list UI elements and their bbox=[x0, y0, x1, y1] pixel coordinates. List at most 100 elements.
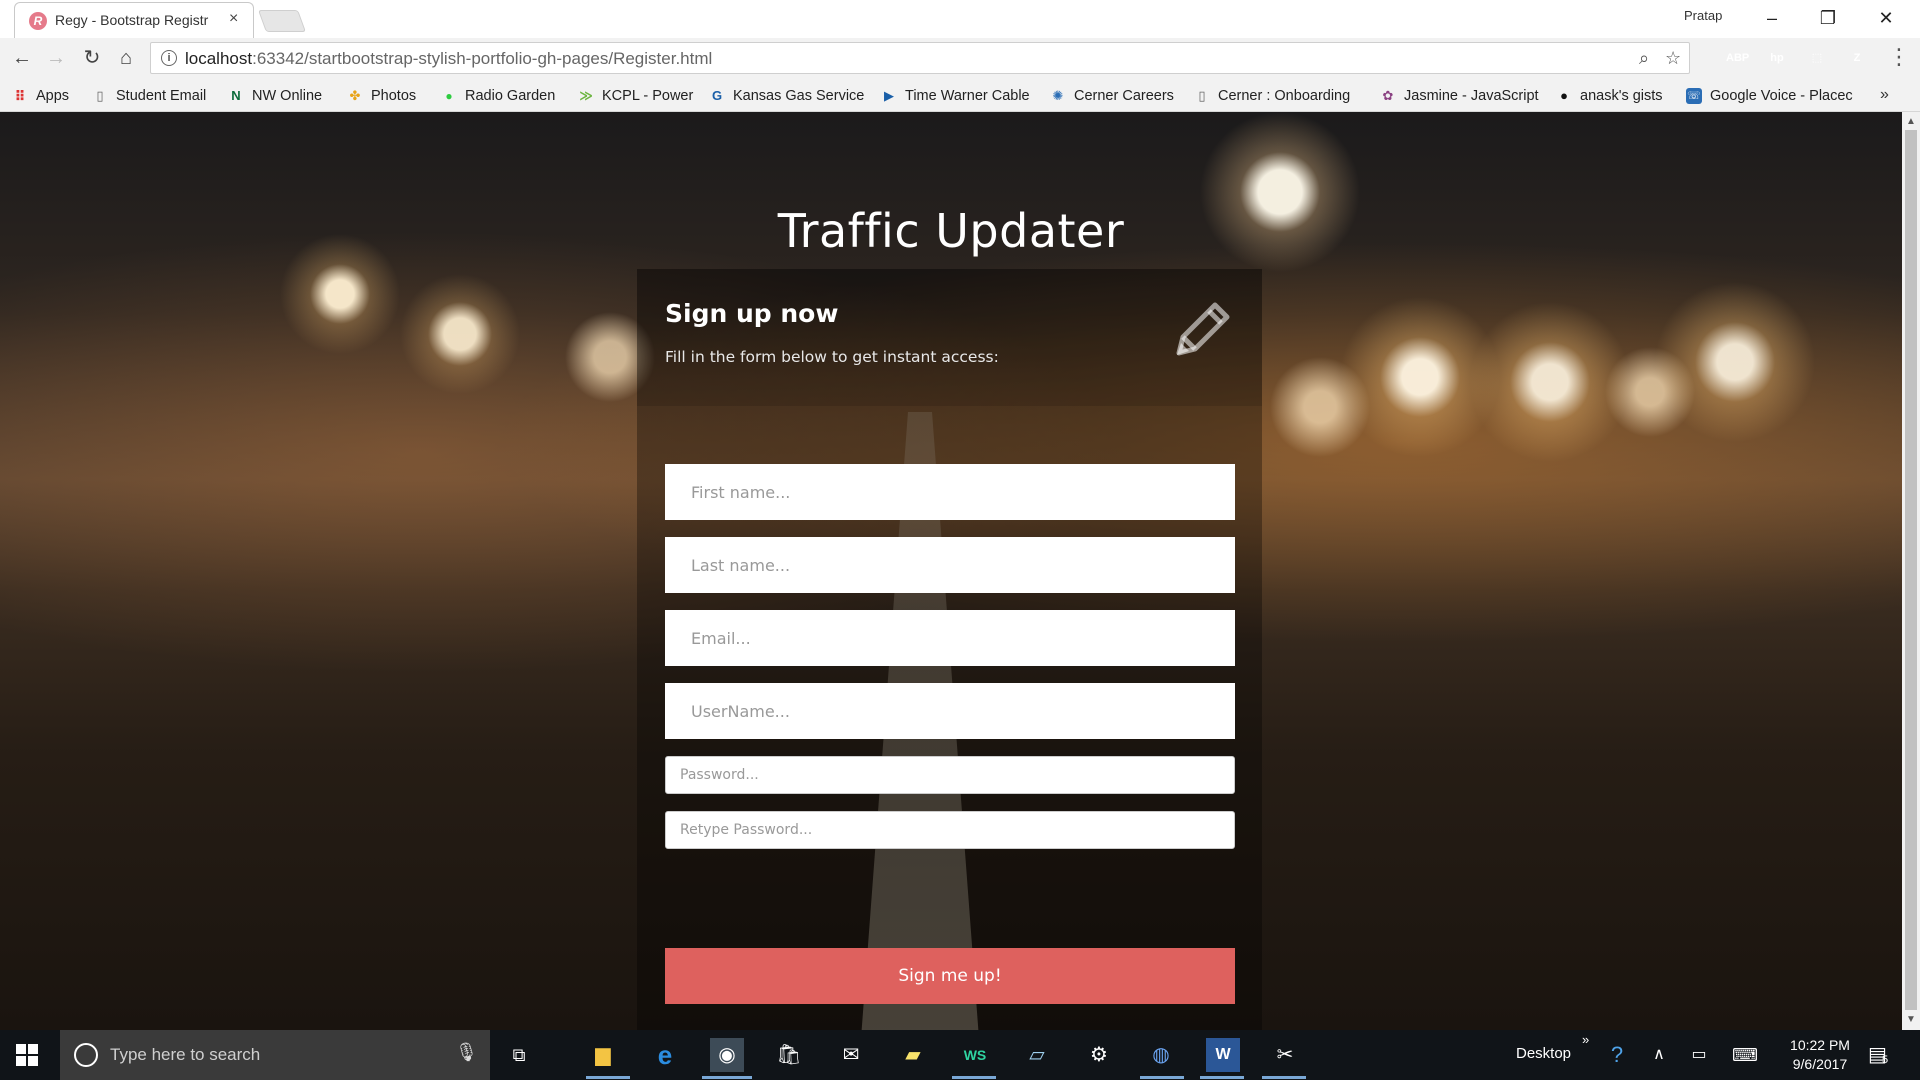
sql-tool-icon[interactable]: ▱ bbox=[1020, 1038, 1054, 1072]
show-hidden-icons-icon[interactable]: ∧ bbox=[1642, 1038, 1676, 1072]
file-explorer-icon[interactable]: ▆ bbox=[586, 1038, 620, 1072]
address-bar[interactable]: i localhost:63342/startbootstrap-stylish… bbox=[150, 42, 1690, 74]
chrome-menu-icon[interactable]: ⋮ bbox=[1888, 44, 1910, 70]
bookmark-label: Jasmine - JavaScript bbox=[1404, 88, 1539, 104]
page-title: Traffic Updater bbox=[777, 204, 1125, 258]
settings-gear-icon[interactable]: ⚙ bbox=[1082, 1038, 1116, 1072]
scroll-down-arrow-icon[interactable]: ▼ bbox=[1906, 1014, 1916, 1025]
word-running-indicator bbox=[1200, 1076, 1244, 1079]
zotero-extension-icon[interactable]: Z bbox=[1846, 47, 1868, 69]
minimize-icon[interactable]: – bbox=[1752, 4, 1792, 32]
adblock-extension-icon[interactable]: ABP bbox=[1726, 47, 1750, 69]
cortana-icon bbox=[74, 1043, 98, 1067]
scroll-up-arrow-icon[interactable]: ▲ bbox=[1906, 116, 1916, 127]
url-path: :63342/startbootstrap-stylish-portfolio-… bbox=[252, 49, 713, 68]
profile-name[interactable]: Pratap bbox=[1684, 8, 1722, 23]
bookmark-cerner-careers[interactable]: ✺ Cerner Careers bbox=[1050, 85, 1174, 107]
task-view-icon[interactable]: ⧉ bbox=[502, 1038, 536, 1072]
url-host: localhost bbox=[185, 49, 253, 68]
bookmark-label: Time Warner Cable bbox=[905, 88, 1030, 104]
bookmark-cerner-onboarding[interactable]: ▯ Cerner : Onboarding bbox=[1194, 85, 1350, 107]
signup-panel: Sign up now Fill in the form below to ge… bbox=[637, 269, 1262, 1030]
last-name-field[interactable] bbox=[665, 537, 1235, 593]
browser-toolbar: ← → ↻ ⌂ i localhost:63342/startbootstrap… bbox=[0, 38, 1920, 78]
action-center-icon[interactable]: ▤ 5 bbox=[1868, 1042, 1888, 1067]
browser-tab[interactable]: R Regy - Bootstrap Registr × bbox=[14, 2, 254, 38]
tab-close-icon[interactable]: × bbox=[229, 10, 238, 28]
bookmark-jasmine[interactable]: ✿ Jasmine - JavaScript bbox=[1380, 85, 1539, 107]
zotero-label: Z bbox=[1853, 52, 1861, 64]
pencil-icon bbox=[1176, 302, 1230, 356]
sign-up-button[interactable]: Sign me up! bbox=[665, 948, 1235, 1004]
bookmark-label: anask's gists bbox=[1580, 88, 1663, 104]
bookmark-kansas-gas[interactable]: G Kansas Gas Service bbox=[709, 85, 864, 107]
bookmark-kcpl[interactable]: ≫ KCPL - Power bbox=[578, 85, 693, 107]
webstorm-icon[interactable]: WS bbox=[958, 1038, 992, 1072]
cerner-icon: ✺ bbox=[1052, 88, 1064, 103]
clock-time: 10:22 PM bbox=[1790, 1037, 1850, 1053]
forward-icon[interactable]: → bbox=[42, 44, 70, 72]
keyboard-icon[interactable]: ⌨ bbox=[1728, 1038, 1762, 1072]
close-window-icon[interactable]: ✕ bbox=[1866, 4, 1906, 32]
generic-extension-icon[interactable]: ⬚ bbox=[1806, 47, 1828, 69]
bookmark-label: Student Email bbox=[116, 88, 207, 104]
file-explorer-running-indicator bbox=[586, 1076, 630, 1079]
zoom-icon[interactable]: ⌕ bbox=[1639, 48, 1649, 69]
bookmark-google-voice[interactable]: ☏ Google Voice - Placec bbox=[1686, 85, 1856, 107]
microphone-icon[interactable]: 🎙 bbox=[455, 1042, 478, 1063]
taskbar-search-box[interactable]: Type here to search 🎙 bbox=[60, 1030, 490, 1080]
bookmark-apps[interactable]: ⠿ Apps bbox=[12, 85, 70, 107]
desktop-toolbar-more-icon[interactable]: » bbox=[1582, 1032, 1589, 1047]
url-text[interactable]: localhost:63342/startbootstrap-stylish-p… bbox=[185, 49, 712, 69]
gas-logo-icon: G bbox=[711, 88, 723, 103]
windows-start-icon[interactable] bbox=[16, 1044, 38, 1066]
adblock-label: ABP bbox=[1726, 52, 1750, 64]
reload-icon[interactable]: ↻ bbox=[78, 44, 106, 72]
back-icon[interactable]: ← bbox=[8, 44, 36, 72]
home-icon[interactable]: ⌂ bbox=[112, 44, 140, 72]
media-app-icon[interactable]: ◍ bbox=[1144, 1038, 1178, 1072]
bookmark-star-icon[interactable]: ☆ bbox=[1665, 48, 1681, 69]
taskbar-clock[interactable]: 10:22 PM 9/6/2017 bbox=[1780, 1036, 1860, 1074]
page-scrollbar[interactable]: ▲ ▼ bbox=[1902, 112, 1920, 1030]
github-icon: ● bbox=[1560, 88, 1568, 103]
tab-title: Regy - Bootstrap Registr bbox=[55, 12, 209, 28]
scrollbar-thumb[interactable] bbox=[1905, 130, 1917, 1010]
new-tab-button[interactable] bbox=[257, 10, 307, 32]
email-field[interactable] bbox=[665, 610, 1235, 666]
word-icon[interactable]: W bbox=[1206, 1038, 1240, 1072]
page-icon: ▯ bbox=[96, 88, 104, 103]
hp-extension-icon[interactable]: hp bbox=[1766, 47, 1788, 69]
first-name-field[interactable] bbox=[665, 464, 1235, 520]
bookmark-time-warner[interactable]: ▶ Time Warner Cable bbox=[881, 85, 1030, 107]
sticky-notes-icon[interactable]: ▰ bbox=[896, 1038, 930, 1072]
kcpl-logo-icon: ≫ bbox=[579, 88, 593, 103]
retype-password-field[interactable] bbox=[665, 811, 1235, 849]
info-icon[interactable]: i bbox=[161, 50, 177, 66]
store-icon[interactable]: 🛍 bbox=[772, 1038, 806, 1072]
restore-icon[interactable]: ❐ bbox=[1808, 4, 1848, 32]
bookmark-label: Cerner : Onboarding bbox=[1218, 88, 1351, 104]
signup-heading: Sign up now bbox=[665, 299, 839, 328]
mail-icon[interactable]: ✉ bbox=[834, 1038, 868, 1072]
battery-icon[interactable]: ▭ bbox=[1682, 1038, 1716, 1072]
username-field[interactable] bbox=[665, 683, 1235, 739]
edge-browser-icon[interactable]: e bbox=[648, 1038, 682, 1072]
jasmine-icon: ✿ bbox=[1382, 88, 1394, 103]
bookmark-radio-garden[interactable]: ● Radio Garden bbox=[441, 85, 555, 107]
bookmark-label: Apps bbox=[36, 88, 70, 104]
chrome-browser-icon[interactable]: ◉ bbox=[710, 1038, 744, 1072]
snipping-tool-icon[interactable]: ✂ bbox=[1268, 1038, 1302, 1072]
signup-subheading: Fill in the form below to get instant ac… bbox=[665, 348, 999, 366]
bookmark-student-email[interactable]: ▯ Student Email bbox=[92, 85, 206, 107]
help-icon[interactable]: ? bbox=[1600, 1038, 1634, 1072]
play-arrow-icon: ▶ bbox=[884, 88, 894, 103]
bookmark-anask-gists[interactable]: ● anask's gists bbox=[1556, 85, 1663, 107]
password-field[interactable] bbox=[665, 756, 1235, 794]
bookmark-nw-online[interactable]: N NW Online bbox=[228, 85, 322, 107]
desktop-toolbar-label[interactable]: Desktop bbox=[1516, 1045, 1571, 1062]
generic-extension-label: ⬚ bbox=[1811, 52, 1823, 64]
bookmark-photos[interactable]: ✤ Photos bbox=[347, 85, 417, 107]
windows-taskbar: Type here to search 🎙 ⧉ ▆ e ◉ 🛍 ✉ ▰ WS ▱… bbox=[0, 1030, 1920, 1080]
bookmarks-overflow-icon[interactable]: » bbox=[1880, 86, 1889, 104]
